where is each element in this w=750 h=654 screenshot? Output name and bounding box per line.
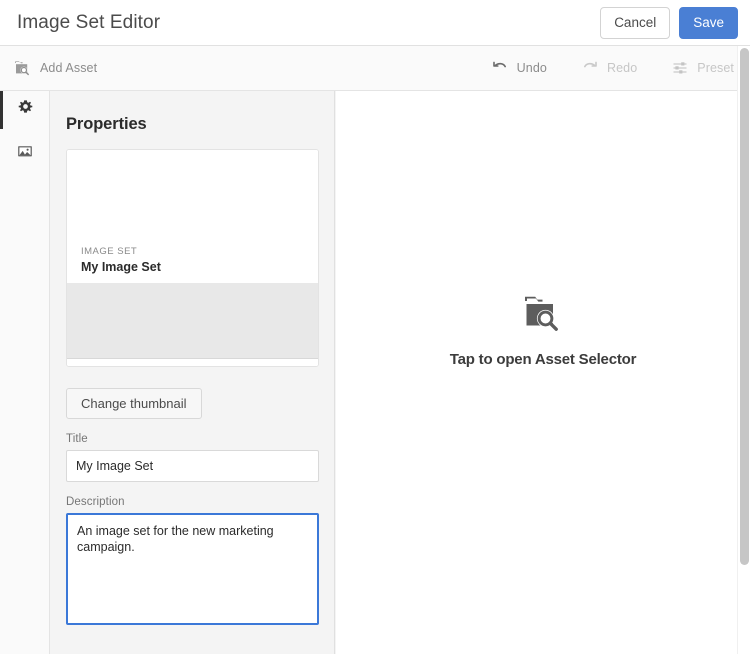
title-field-label: Title bbox=[66, 433, 88, 445]
thumbnail-kicker: IMAGE SET bbox=[81, 246, 138, 257]
left-icon-rail bbox=[0, 91, 50, 654]
sliders-icon bbox=[671, 59, 689, 77]
vertical-scrollbar-thumb[interactable] bbox=[740, 48, 749, 565]
preset-button[interactable]: Preset bbox=[671, 59, 734, 77]
description-field-label: Description bbox=[66, 496, 125, 508]
thumbnail-meta: IMAGE SET My Image Set bbox=[81, 245, 161, 276]
properties-panel: Properties IMAGE SET My Image Set Change… bbox=[51, 91, 335, 654]
thumbnail-preview-image: IMAGE SET My Image Set bbox=[67, 150, 318, 282]
add-asset-button[interactable]: Add Asset bbox=[14, 59, 97, 77]
asset-selector-label: Tap to open Asset Selector bbox=[449, 351, 637, 368]
image-set-editor-window: Image Set Editor Cancel Save Add Asset U… bbox=[0, 0, 750, 654]
rail-item-assets[interactable] bbox=[0, 134, 50, 172]
undo-arrow-icon bbox=[491, 59, 509, 77]
thumbnail-card-body bbox=[67, 282, 318, 358]
change-thumbnail-button[interactable]: Change thumbnail bbox=[66, 388, 202, 419]
cancel-button[interactable]: Cancel bbox=[600, 6, 671, 39]
thumbnail-card-footer bbox=[67, 358, 318, 366]
description-input[interactable] bbox=[66, 513, 319, 625]
preset-label: Preset bbox=[697, 61, 734, 75]
page-title: Image Set Editor bbox=[17, 11, 161, 33]
thumbnail-name: My Image Set bbox=[81, 260, 161, 274]
save-button[interactable]: Save bbox=[679, 6, 738, 39]
thumbnail-preview-card[interactable]: IMAGE SET My Image Set bbox=[66, 149, 319, 367]
asset-search-icon bbox=[14, 59, 32, 77]
toolbar-right-group: Undo Redo Preset bbox=[491, 59, 734, 77]
folder-search-icon bbox=[522, 293, 564, 340]
image-icon bbox=[16, 142, 34, 165]
asset-drop-canvas[interactable]: Tap to open Asset Selector bbox=[336, 91, 750, 654]
title-input[interactable] bbox=[66, 450, 319, 482]
vertical-scrollbar-track[interactable] bbox=[737, 46, 750, 654]
gear-icon bbox=[17, 99, 34, 121]
redo-button[interactable]: Redo bbox=[581, 59, 637, 77]
title-field-group: Title bbox=[66, 433, 319, 482]
description-input-wrapper bbox=[66, 513, 319, 625]
header-actions: Cancel Save bbox=[600, 6, 738, 39]
editor-toolbar: Add Asset Undo Redo Preset bbox=[0, 46, 750, 91]
toolbar-left-group: Add Asset bbox=[14, 59, 491, 77]
undo-label: Undo bbox=[516, 61, 547, 75]
redo-label: Redo bbox=[606, 61, 638, 75]
add-asset-label: Add Asset bbox=[40, 61, 98, 75]
redo-arrow-icon bbox=[581, 59, 599, 77]
rail-item-properties[interactable] bbox=[0, 91, 50, 129]
window-header: Image Set Editor Cancel Save bbox=[0, 0, 750, 46]
asset-selector-prompt: Tap to open Asset Selector bbox=[449, 293, 637, 368]
properties-heading: Properties bbox=[66, 115, 147, 133]
undo-button[interactable]: Undo bbox=[491, 59, 547, 77]
description-field-group: Description bbox=[66, 496, 319, 625]
